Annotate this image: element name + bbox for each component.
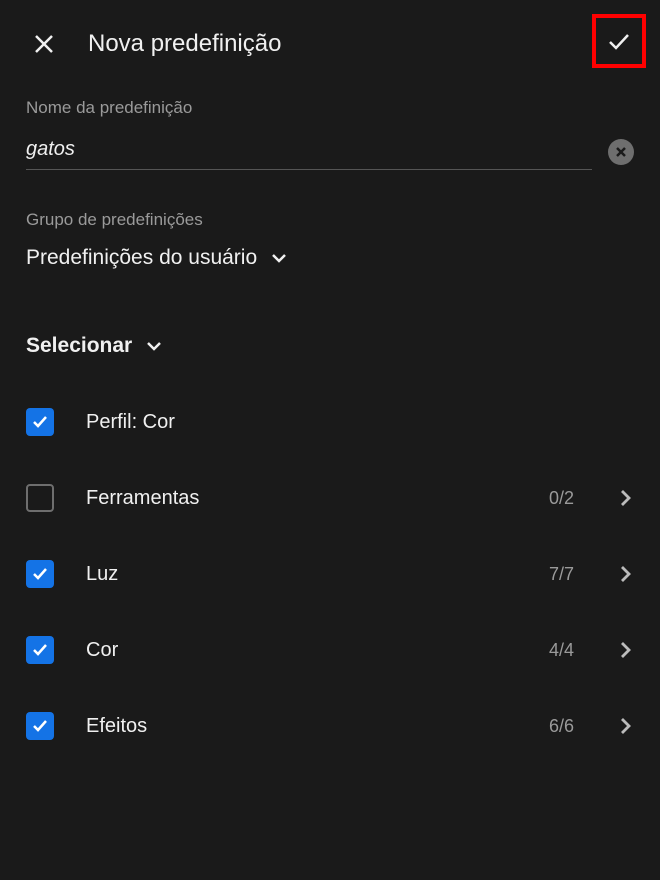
group-selected-value: Predefinições do usuário (26, 246, 257, 270)
option-count: 4/4 (549, 640, 574, 661)
chevron-right-icon (620, 488, 632, 508)
chevron-right-icon (620, 716, 632, 736)
select-section: Selecionar (0, 290, 660, 374)
option-expand-button[interactable] (620, 716, 634, 736)
option-expand-button[interactable] (620, 488, 634, 508)
option-label: Cor (86, 639, 517, 662)
check-icon (605, 27, 633, 55)
clear-input-button[interactable] (608, 139, 634, 165)
option-row: Cor 4/4 (0, 612, 660, 688)
option-count: 0/2 (549, 488, 574, 509)
preset-name-section: Nome da predefinição (0, 78, 660, 190)
close-icon (33, 33, 55, 55)
option-checkbox[interactable] (26, 560, 54, 588)
option-expand-button[interactable] (620, 564, 634, 584)
group-dropdown[interactable]: Predefinições do usuário (26, 246, 634, 270)
option-checkbox[interactable] (26, 484, 54, 512)
group-label: Grupo de predefinições (26, 210, 634, 230)
select-label: Selecionar (26, 334, 132, 358)
chevron-down-icon (271, 252, 287, 264)
group-section: Grupo de predefinições Predefinições do … (0, 190, 660, 290)
option-checkbox[interactable] (26, 636, 54, 664)
preset-name-label: Nome da predefinição (26, 98, 634, 118)
close-button[interactable] (30, 30, 58, 58)
option-row: Efeitos 6/6 (0, 688, 660, 764)
option-label: Ferramentas (86, 487, 517, 510)
chevron-right-icon (620, 564, 632, 584)
option-row: Luz 7/7 (0, 536, 660, 612)
preset-name-input[interactable] (26, 134, 592, 170)
checkmark-icon (31, 717, 49, 735)
option-row: Perfil: Cor (0, 384, 660, 460)
checkmark-icon (31, 565, 49, 583)
checkmark-icon (31, 413, 49, 431)
chevron-right-icon (620, 640, 632, 660)
option-expand-button[interactable] (620, 640, 634, 660)
checkmark-icon (31, 641, 49, 659)
option-row: Ferramentas 0/2 (0, 460, 660, 536)
option-label: Luz (86, 563, 517, 586)
option-count: 6/6 (549, 716, 574, 737)
option-count: 7/7 (549, 564, 574, 585)
options-list: Perfil: Cor Ferramentas 0/2 Luz 7/7 Cor 4/4 Efe… (0, 374, 660, 774)
option-label: Efeitos (86, 715, 517, 738)
page-title: Nova predefinição (88, 30, 634, 58)
option-checkbox[interactable] (26, 712, 54, 740)
confirm-button[interactable] (592, 14, 646, 68)
option-checkbox[interactable] (26, 408, 54, 436)
select-dropdown[interactable]: Selecionar (26, 334, 634, 358)
option-label: Perfil: Cor (86, 411, 634, 434)
clear-icon (614, 145, 628, 159)
header: Nova predefinição (0, 0, 660, 78)
chevron-down-icon (146, 340, 162, 352)
